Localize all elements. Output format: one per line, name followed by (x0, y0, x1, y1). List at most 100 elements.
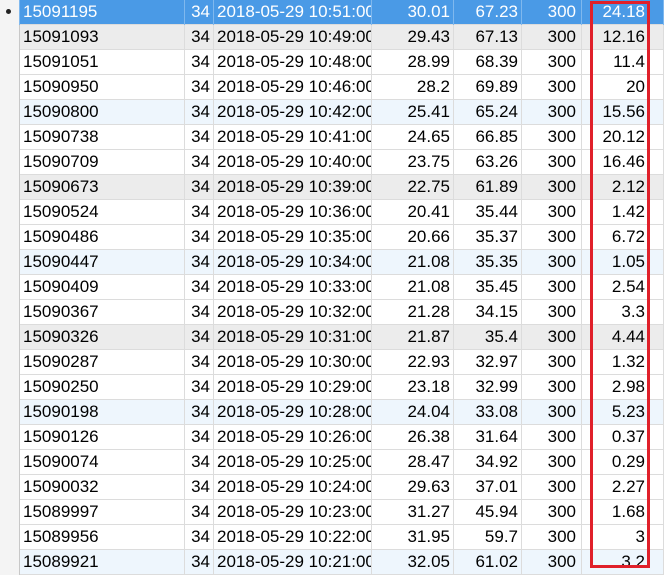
cell-val1[interactable]: 32.05 (372, 550, 454, 575)
cell-val4[interactable]: 3.3 (582, 300, 664, 325)
row-selector[interactable] (0, 25, 20, 50)
cell-val1[interactable]: 21.08 (372, 275, 454, 300)
row-selector[interactable] (0, 200, 20, 225)
cell-val1[interactable]: 29.63 (372, 475, 454, 500)
cell-timestamp[interactable]: 2018-05-29 10:29:00 (214, 375, 372, 400)
cell-timestamp[interactable]: 2018-05-29 10:35:00 (214, 225, 372, 250)
cell-val1[interactable]: 31.27 (372, 500, 454, 525)
cell-timestamp[interactable]: 2018-05-29 10:49:00 (214, 25, 372, 50)
cell-val1[interactable]: 31.95 (372, 525, 454, 550)
cell-id[interactable]: 15090250 (20, 375, 185, 400)
cell-val3[interactable]: 300 (522, 75, 582, 100)
cell-val3[interactable]: 300 (522, 25, 582, 50)
cell-id[interactable]: 15090738 (20, 125, 185, 150)
cell-val1[interactable]: 28.2 (372, 75, 454, 100)
cell-timestamp[interactable]: 2018-05-29 10:25:00 (214, 450, 372, 475)
cell-val2[interactable]: 45.94 (454, 500, 522, 525)
cell-val3[interactable]: 300 (522, 275, 582, 300)
cell-id[interactable]: 15090709 (20, 150, 185, 175)
cell-val4[interactable]: 6.72 (582, 225, 664, 250)
cell-val1[interactable]: 21.28 (372, 300, 454, 325)
cell-val4[interactable]: 2.54 (582, 275, 664, 300)
cell-val3[interactable]: 300 (522, 325, 582, 350)
row-selector[interactable] (0, 450, 20, 475)
cell-count[interactable]: 34 (185, 50, 214, 75)
cell-val1[interactable]: 23.18 (372, 375, 454, 400)
cell-val3[interactable]: 300 (522, 425, 582, 450)
cell-id[interactable]: 15090486 (20, 225, 185, 250)
cell-id[interactable]: 15090126 (20, 425, 185, 450)
cell-id[interactable]: 15091093 (20, 25, 185, 50)
table-row[interactable]: 15090032 34 2018-05-29 10:24:00 29.63 37… (0, 475, 664, 500)
cell-val2[interactable]: 61.02 (454, 550, 522, 575)
row-selector[interactable] (0, 175, 20, 200)
cell-count[interactable]: 34 (185, 200, 214, 225)
cell-count[interactable]: 34 (185, 350, 214, 375)
cell-val4[interactable]: 24.18 (582, 0, 664, 25)
cell-val1[interactable]: 28.99 (372, 50, 454, 75)
table-row[interactable]: 15090326 34 2018-05-29 10:31:00 21.87 35… (0, 325, 664, 350)
cell-val3[interactable]: 300 (522, 300, 582, 325)
cell-count[interactable]: 34 (185, 225, 214, 250)
row-selector[interactable] (0, 75, 20, 100)
cell-val3[interactable]: 300 (522, 550, 582, 575)
row-selector[interactable] (0, 300, 20, 325)
cell-count[interactable]: 34 (185, 500, 214, 525)
cell-val4[interactable]: 0.29 (582, 450, 664, 475)
row-selector[interactable] (0, 425, 20, 450)
table-row[interactable]: 15090524 34 2018-05-29 10:36:00 20.41 35… (0, 200, 664, 225)
cell-val1[interactable]: 24.65 (372, 125, 454, 150)
row-selector[interactable] (0, 250, 20, 275)
cell-id[interactable]: 15090950 (20, 75, 185, 100)
cell-id[interactable]: 15090032 (20, 475, 185, 500)
table-row[interactable]: 15091195 34 2018-05-29 10:51:00 30.01 67… (0, 0, 664, 25)
cell-val1[interactable]: 28.47 (372, 450, 454, 475)
cell-val2[interactable]: 67.23 (454, 0, 522, 25)
row-selector[interactable] (0, 225, 20, 250)
table-row[interactable]: 15091051 34 2018-05-29 10:48:00 28.99 68… (0, 50, 664, 75)
row-selector[interactable] (0, 325, 20, 350)
cell-timestamp[interactable]: 2018-05-29 10:46:00 (214, 75, 372, 100)
table-row[interactable]: 15090409 34 2018-05-29 10:33:00 21.08 35… (0, 275, 664, 300)
cell-timestamp[interactable]: 2018-05-29 10:24:00 (214, 475, 372, 500)
cell-val4[interactable]: 1.05 (582, 250, 664, 275)
cell-val4[interactable]: 1.32 (582, 350, 664, 375)
cell-count[interactable]: 34 (185, 175, 214, 200)
cell-val3[interactable]: 300 (522, 100, 582, 125)
cell-val2[interactable]: 32.97 (454, 350, 522, 375)
cell-val2[interactable]: 67.13 (454, 25, 522, 50)
table-row[interactable]: 15090287 34 2018-05-29 10:30:00 22.93 32… (0, 350, 664, 375)
table-row[interactable]: 15091093 34 2018-05-29 10:49:00 29.43 67… (0, 25, 664, 50)
cell-id[interactable]: 15091195 (20, 0, 185, 25)
table-row[interactable]: 15090800 34 2018-05-29 10:42:00 25.41 65… (0, 100, 664, 125)
row-selector[interactable] (0, 525, 20, 550)
cell-timestamp[interactable]: 2018-05-29 10:42:00 (214, 100, 372, 125)
cell-timestamp[interactable]: 2018-05-29 10:41:00 (214, 125, 372, 150)
cell-id[interactable]: 15090800 (20, 100, 185, 125)
cell-val4[interactable]: 2.98 (582, 375, 664, 400)
cell-val4[interactable]: 2.27 (582, 475, 664, 500)
cell-val3[interactable]: 300 (522, 50, 582, 75)
cell-val2[interactable]: 31.64 (454, 425, 522, 450)
cell-count[interactable]: 34 (185, 0, 214, 25)
row-selector[interactable] (0, 50, 20, 75)
cell-id[interactable]: 15090287 (20, 350, 185, 375)
cell-val4[interactable]: 1.42 (582, 200, 664, 225)
cell-id[interactable]: 15090198 (20, 400, 185, 425)
cell-timestamp[interactable]: 2018-05-29 10:34:00 (214, 250, 372, 275)
cell-val3[interactable]: 300 (522, 450, 582, 475)
cell-val2[interactable]: 35.4 (454, 325, 522, 350)
cell-val1[interactable]: 21.87 (372, 325, 454, 350)
cell-val4[interactable]: 20 (582, 75, 664, 100)
cell-count[interactable]: 34 (185, 275, 214, 300)
row-selector[interactable] (0, 275, 20, 300)
table-row[interactable]: 15090074 34 2018-05-29 10:25:00 28.47 34… (0, 450, 664, 475)
cell-count[interactable]: 34 (185, 475, 214, 500)
row-selector[interactable] (0, 475, 20, 500)
cell-val4[interactable]: 15.56 (582, 100, 664, 125)
row-selector[interactable] (0, 550, 20, 575)
row-selector[interactable] (0, 150, 20, 175)
cell-timestamp[interactable]: 2018-05-29 10:40:00 (214, 150, 372, 175)
row-selector[interactable] (0, 100, 20, 125)
cell-id[interactable]: 15090524 (20, 200, 185, 225)
